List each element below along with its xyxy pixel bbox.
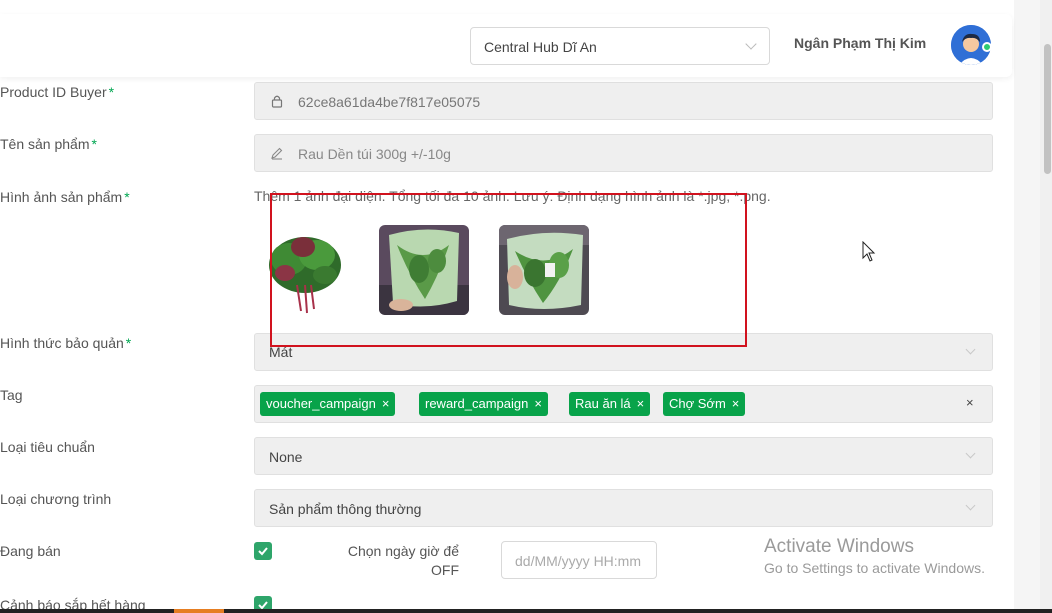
off-datetime-input[interactable]: dd/MM/yyyy HH:mm xyxy=(501,541,657,579)
product-form-page: Central Hub Dĩ An Ngân Phạm Thị Kim Prod… xyxy=(0,0,1014,613)
tag-chip: Chợ Sớm × xyxy=(663,392,746,416)
tag-chip-label: voucher_campaign xyxy=(266,396,376,411)
chevron-down-icon xyxy=(745,38,757,50)
chevron-down-icon xyxy=(965,448,976,459)
product-name-label-text: Tên sản phẩm xyxy=(0,136,90,152)
taskbar-edge-accent xyxy=(174,609,224,613)
program-label: Loại chương trình xyxy=(0,491,112,507)
required-mark: * xyxy=(124,189,130,205)
product-images-label-text: Hình ảnh sản phẩm xyxy=(0,189,123,205)
product-images-label: Hình ảnh sản phẩm * xyxy=(0,189,130,205)
edit-icon xyxy=(271,147,283,160)
hub-select-value: Central Hub Dĩ An xyxy=(484,39,597,55)
check-icon xyxy=(258,547,268,556)
standard-select[interactable]: None xyxy=(254,437,993,475)
program-select[interactable]: Sản phẩm thông thường xyxy=(254,489,993,527)
required-mark: * xyxy=(125,335,132,351)
product-id-label: Product ID Buyer * xyxy=(0,84,114,100)
product-id-field: 62ce8a61da4be7f817e05075 xyxy=(254,82,993,120)
tag-chip: reward_campaign × xyxy=(419,392,548,416)
tag-chip: Rau ăn lá × xyxy=(569,392,651,416)
product-id-label-text: Product ID Buyer xyxy=(0,84,107,100)
storage-label-text: Hình thức bảo quản xyxy=(0,335,124,351)
product-id-value: 62ce8a61da4be7f817e05075 xyxy=(298,94,481,110)
lock-icon xyxy=(271,95,283,108)
tag-chip: voucher_campaign × xyxy=(260,392,396,416)
tag-label: Tag xyxy=(0,387,23,403)
on-sale-checkbox[interactable] xyxy=(254,542,272,560)
on-sale-label: Đang bán xyxy=(0,543,61,559)
activate-windows-title: Activate Windows xyxy=(764,536,914,557)
standard-value: None xyxy=(269,449,303,465)
product-name-value: Rau Dền túi 300g +/-10g xyxy=(298,146,451,162)
close-icon[interactable]: × xyxy=(637,396,645,411)
tag-chip-label: reward_campaign xyxy=(425,396,529,411)
storage-label: Hình thức bảo quản * xyxy=(0,335,131,351)
chevron-down-icon xyxy=(965,500,976,511)
scrollbar-thumb[interactable] xyxy=(1044,44,1051,174)
highlight-box xyxy=(270,193,747,347)
top-header: Central Hub Dĩ An Ngân Phạm Thị Kim xyxy=(0,14,1012,77)
required-mark: * xyxy=(108,84,115,100)
hub-select[interactable]: Central Hub Dĩ An xyxy=(470,27,770,65)
online-status-dot xyxy=(982,42,992,52)
activate-windows-subtitle: Go to Settings to activate Windows. xyxy=(764,560,985,576)
close-icon[interactable]: × xyxy=(732,396,740,411)
product-name-label: Tên sản phẩm * xyxy=(0,136,97,152)
close-icon[interactable]: × xyxy=(534,396,542,411)
user-name: Ngân Phạm Thị Kim xyxy=(794,35,927,51)
taskbar-edge xyxy=(0,609,1052,613)
product-name-field: Rau Dền túi 300g +/-10g xyxy=(254,134,993,172)
schedule-off-label: Chọn ngày giờ để OFF xyxy=(347,543,459,578)
tag-chip-label: Chợ Sớm xyxy=(669,396,726,411)
chevron-down-icon xyxy=(965,344,976,355)
standard-label: Loại tiêu chuẩn xyxy=(0,439,95,455)
clear-tags-icon[interactable]: × xyxy=(966,395,974,410)
off-datetime-placeholder: dd/MM/yyyy HH:mm xyxy=(515,553,641,569)
program-value: Sản phẩm thông thường xyxy=(269,501,422,517)
close-icon[interactable]: × xyxy=(382,396,390,411)
mouse-cursor-icon xyxy=(862,241,876,262)
tag-chip-label: Rau ăn lá xyxy=(575,396,631,411)
required-mark: * xyxy=(91,136,97,152)
